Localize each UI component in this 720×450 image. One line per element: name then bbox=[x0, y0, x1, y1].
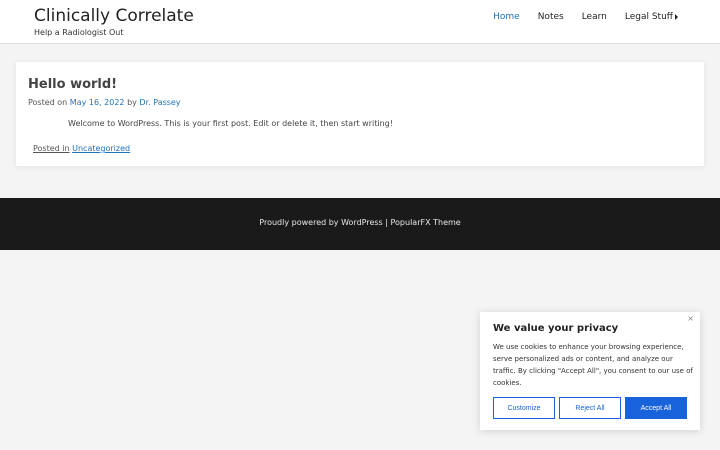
accept-all-button[interactable]: Accept All bbox=[625, 397, 687, 419]
cookie-banner: × We value your privacy We use cookies t… bbox=[480, 312, 700, 430]
post-author-link[interactable]: Dr. Passey bbox=[139, 98, 180, 107]
footer-credit: Proudly powered by WordPress | PopularFX… bbox=[259, 218, 461, 227]
site-title[interactable]: Clinically Correlate bbox=[34, 6, 194, 26]
post-title[interactable]: Hello world! bbox=[28, 77, 117, 92]
main-nav: Home Notes Learn Legal Stuff bbox=[493, 12, 678, 22]
cookie-text: We use cookies to enhance your browsing … bbox=[493, 343, 693, 387]
caret-right-icon bbox=[675, 13, 678, 20]
post-footer: Posted in Uncategorized bbox=[33, 144, 130, 153]
nav-notes[interactable]: Notes bbox=[538, 12, 564, 22]
cookie-buttons: Customize Reject All Accept All bbox=[493, 397, 687, 419]
close-icon[interactable]: × bbox=[687, 314, 694, 323]
cookie-title: We value your privacy bbox=[493, 323, 619, 334]
nav-legal-label: Legal Stuff bbox=[624, 12, 673, 22]
category-link[interactable]: Uncategorized bbox=[72, 144, 130, 153]
post-content: Welcome to WordPress. This is your first… bbox=[68, 119, 393, 128]
nav-legal-stuff[interactable]: Legal Stuff bbox=[625, 12, 678, 22]
reject-all-button[interactable]: Reject All bbox=[559, 397, 621, 419]
posted-on-label: Posted on bbox=[28, 98, 68, 107]
customize-button[interactable]: Customize bbox=[493, 397, 555, 419]
post-meta: Posted on May 16, 2022 by Dr. Passey bbox=[28, 98, 181, 107]
site-tagline: Help a Radiologist Out bbox=[34, 28, 124, 37]
post-date-link[interactable]: May 16, 2022 bbox=[70, 98, 125, 107]
posted-in-label: Posted in bbox=[33, 144, 70, 153]
post-card: Hello world! Posted on May 16, 2022 by D… bbox=[16, 62, 704, 166]
nav-home[interactable]: Home bbox=[493, 12, 520, 22]
site-header: Clinically Correlate Help a Radiologist … bbox=[0, 0, 720, 44]
site-footer: Proudly powered by WordPress | PopularFX… bbox=[0, 198, 720, 250]
nav-learn[interactable]: Learn bbox=[582, 12, 607, 22]
by-label: by bbox=[127, 98, 137, 107]
